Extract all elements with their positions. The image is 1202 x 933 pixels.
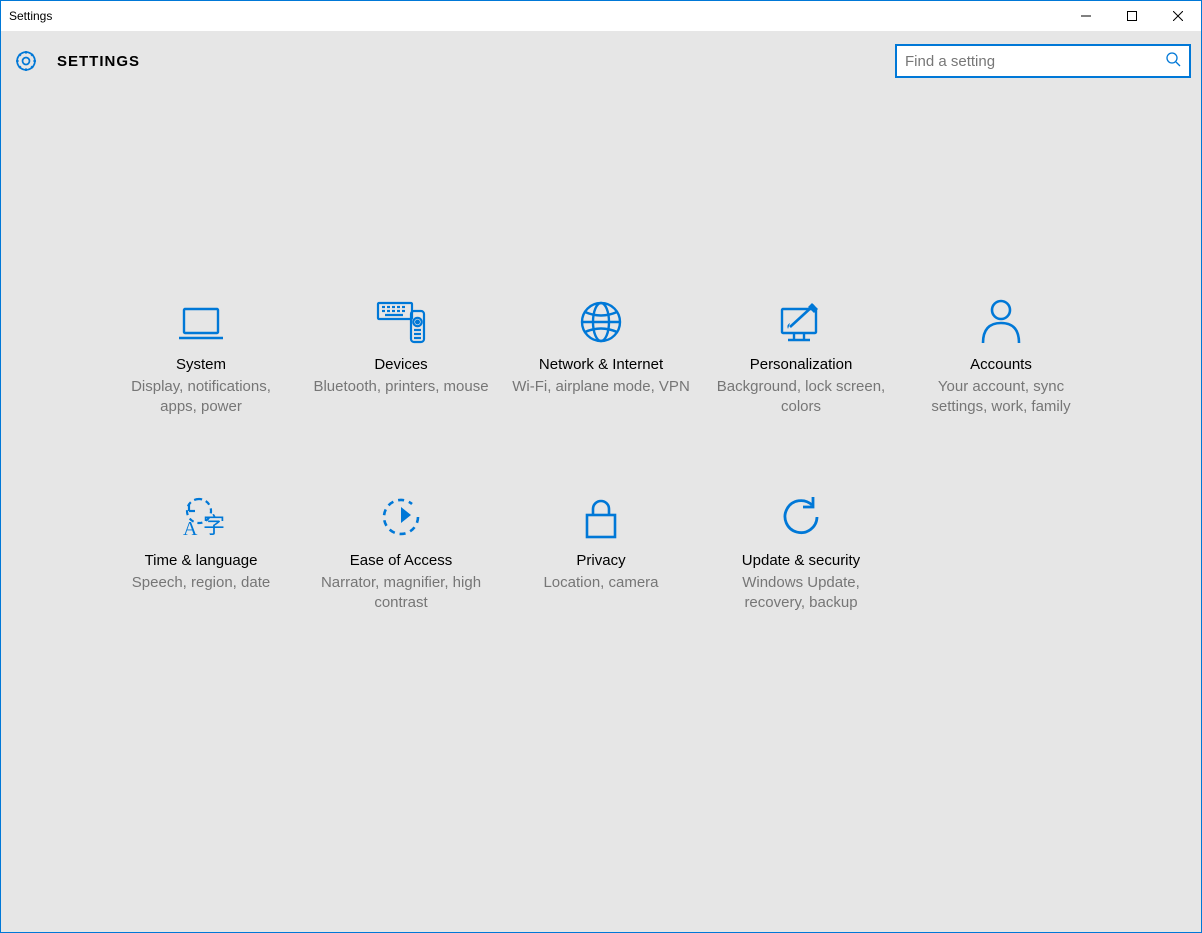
category-tile-system[interactable]: SystemDisplay, notifications, apps, powe… — [111, 291, 291, 417]
search-icon — [1165, 51, 1181, 72]
category-desc: Display, notifications, apps, power — [111, 377, 291, 418]
window-title: Settings — [9, 9, 52, 23]
search-input[interactable] — [905, 53, 1165, 70]
category-tile-network[interactable]: Network & InternetWi-Fi, airplane mode, … — [511, 291, 691, 417]
devices-icon — [311, 291, 491, 345]
brush-icon — [711, 291, 891, 345]
category-tile-update-security[interactable]: Update & securityWindows Update, recover… — [711, 487, 891, 613]
category-label: Accounts — [911, 355, 1091, 375]
minimize-button[interactable] — [1063, 1, 1109, 31]
update-icon — [711, 487, 891, 541]
category-label: Network & Internet — [511, 355, 691, 375]
maximize-button[interactable] — [1109, 1, 1155, 31]
category-tile-personalization[interactable]: PersonalizationBackground, lock screen, … — [711, 291, 891, 417]
category-desc: Wi-Fi, airplane mode, VPN — [511, 377, 691, 397]
svg-text:A: A — [183, 518, 198, 540]
category-desc: Speech, region, date — [111, 573, 291, 593]
gear-icon — [13, 48, 39, 74]
category-label: Personalization — [711, 355, 891, 375]
category-label: Update & security — [711, 551, 891, 571]
svg-text:字: 字 — [203, 513, 225, 538]
category-label: Time & language — [111, 551, 291, 571]
category-desc: Windows Update, recovery, backup — [711, 573, 891, 614]
category-label: Privacy — [511, 551, 691, 571]
category-desc: Narrator, magnifier, high contrast — [311, 573, 491, 614]
client-area: SETTINGS SystemDisplay, notifications, a… — [1, 31, 1201, 932]
lock-icon — [511, 487, 691, 541]
category-tile-devices[interactable]: DevicesBluetooth, printers, mouse — [311, 291, 491, 417]
header: SETTINGS — [1, 31, 1201, 91]
category-desc: Your account, sync settings, work, famil… — [911, 377, 1091, 418]
titlebar: Settings — [1, 1, 1201, 31]
category-tile-accounts[interactable]: AccountsYour account, sync settings, wor… — [911, 291, 1091, 417]
category-tile-privacy[interactable]: PrivacyLocation, camera — [511, 487, 691, 613]
category-tile-ease-of-access[interactable]: Ease of AccessNarrator, magnifier, high … — [311, 487, 491, 613]
category-label: Ease of Access — [311, 551, 491, 571]
window-controls — [1063, 1, 1201, 31]
globe-icon — [511, 291, 691, 345]
category-desc: Bluetooth, printers, mouse — [311, 377, 491, 397]
person-icon — [911, 291, 1091, 345]
categories-grid: SystemDisplay, notifications, apps, powe… — [111, 291, 1091, 613]
category-label: System — [111, 355, 291, 375]
search-box[interactable] — [895, 44, 1191, 78]
ease-icon — [311, 487, 491, 541]
category-label: Devices — [311, 355, 491, 375]
category-tile-time-language[interactable]: A 字 Time & languageSpeech, region, date — [111, 487, 291, 613]
time-lang-icon: A 字 — [111, 487, 291, 541]
close-button[interactable] — [1155, 1, 1201, 31]
page-title: SETTINGS — [57, 53, 140, 70]
category-desc: Location, camera — [511, 573, 691, 593]
category-desc: Background, lock screen, colors — [711, 377, 891, 418]
laptop-icon — [111, 291, 291, 345]
